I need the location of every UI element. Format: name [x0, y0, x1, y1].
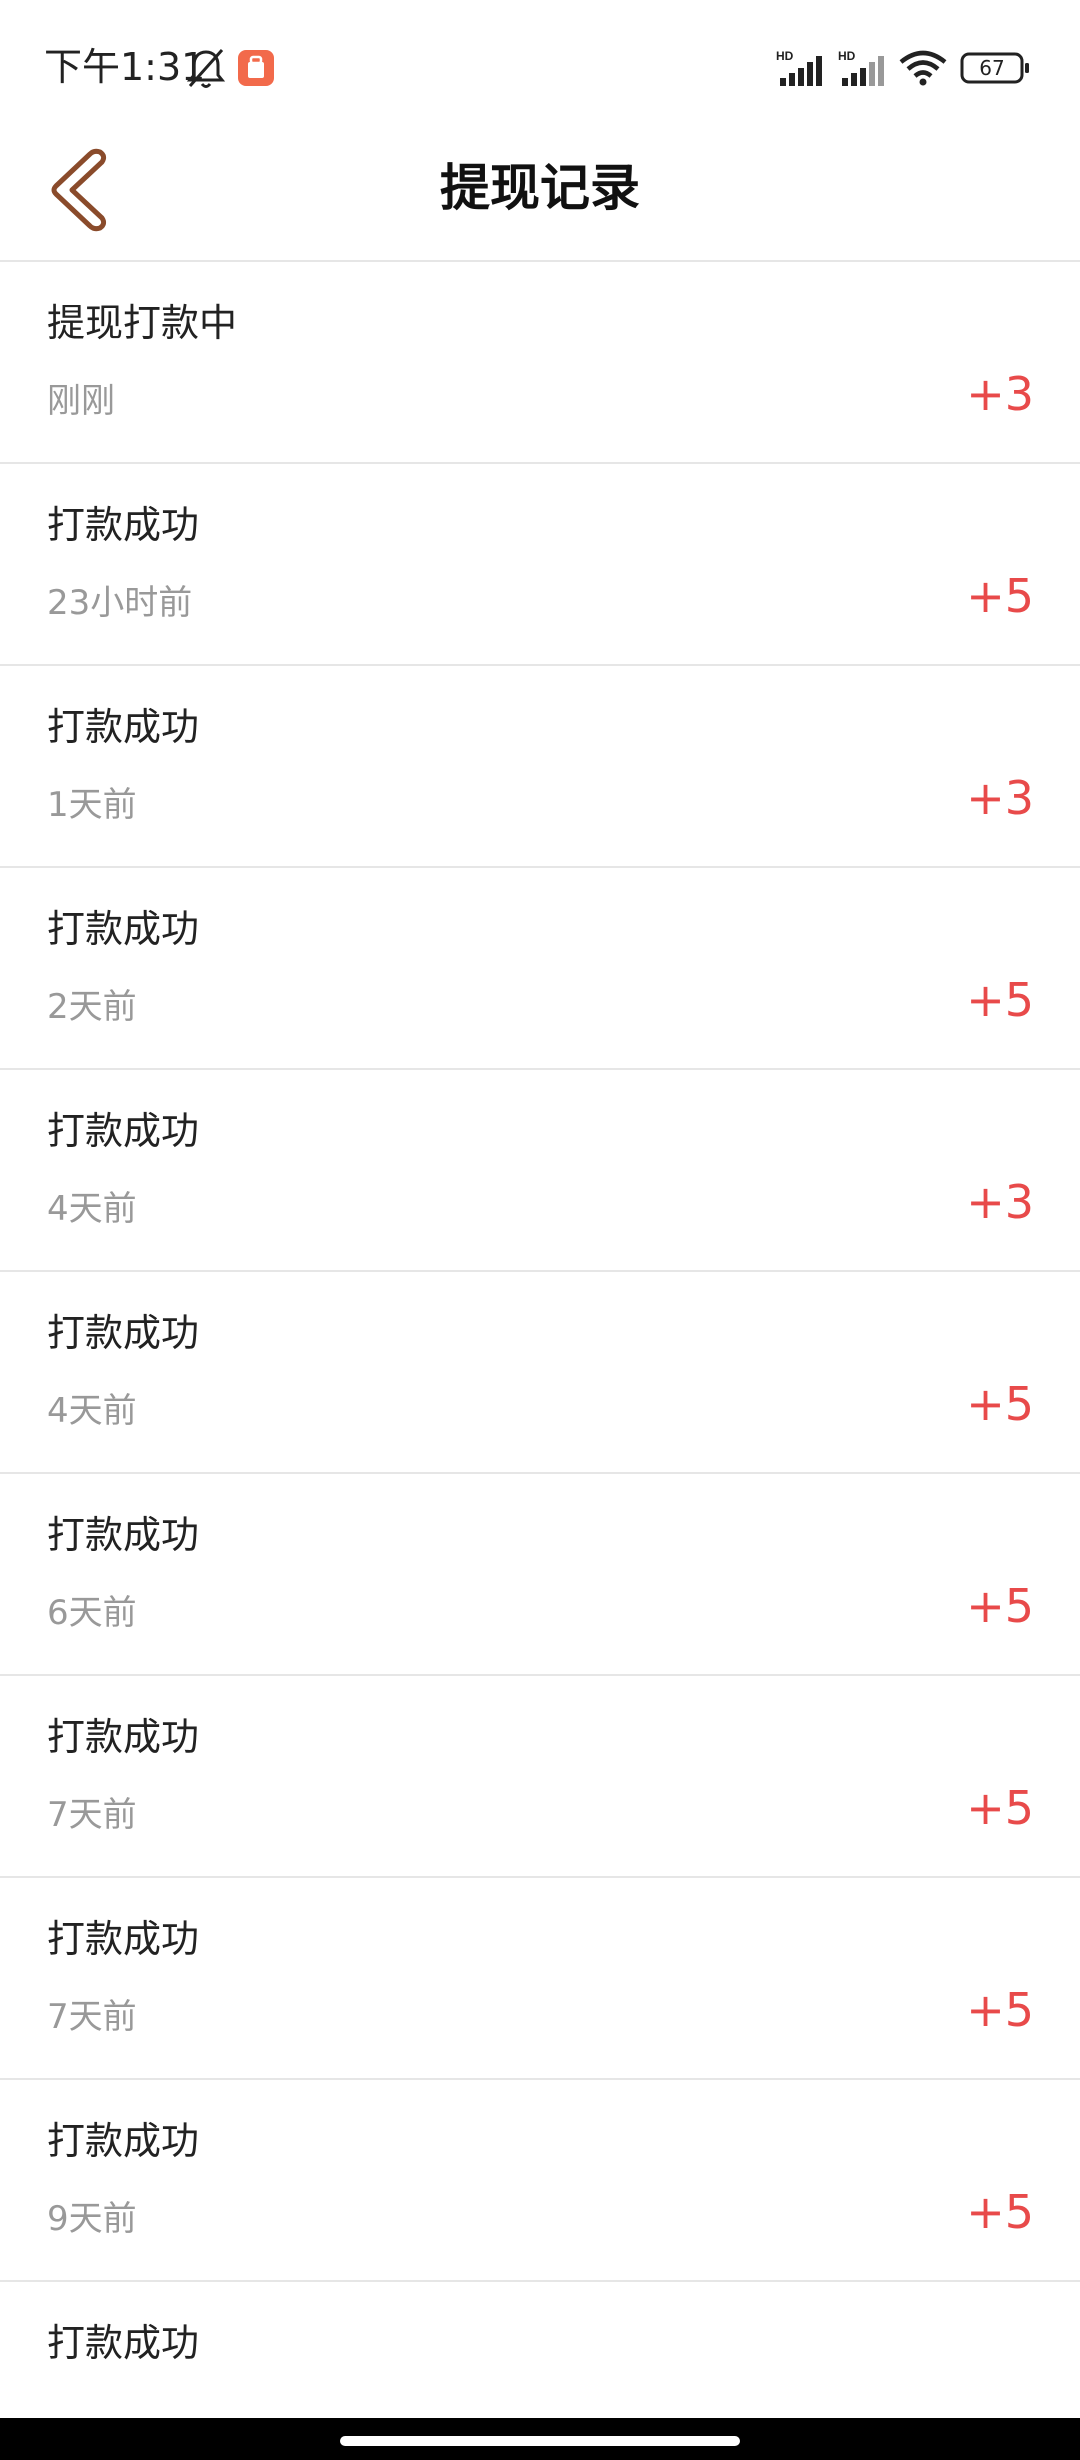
list-item[interactable]: 打款成功 1天前 +3 — [0, 666, 1080, 868]
record-time: 4天前 — [47, 1391, 137, 1431]
status-bar: 下午1:31 HD HD 67 — [0, 0, 1080, 130]
app-notification-icon — [238, 50, 274, 86]
record-status: 打款成功 — [47, 503, 200, 547]
record-status: 打款成功 — [47, 1917, 200, 1961]
record-time: 2天前 — [47, 987, 137, 1027]
record-time: 23小时前 — [47, 583, 193, 623]
wifi-icon — [899, 50, 947, 86]
battery-icon: 67 — [960, 52, 1032, 84]
record-amount: +3 — [966, 367, 1034, 421]
list-item[interactable]: 打款成功 23小时前 +5 — [0, 464, 1080, 666]
record-time: 9天前 — [47, 2199, 137, 2239]
hd-signal-icon: HD — [776, 49, 822, 86]
screen: 下午1:31 HD HD 67 提现记录 提现打款中 刚刚 +3 打款成功 23… — [0, 0, 1080, 2460]
status-time: 下午1:31 — [44, 45, 206, 89]
record-amount: +5 — [966, 1983, 1034, 2037]
gesture-bar — [0, 2418, 1080, 2460]
record-status: 打款成功 — [47, 1109, 200, 1153]
record-status: 打款成功 — [47, 1311, 200, 1355]
record-status: 打款成功 — [47, 1513, 200, 1557]
record-list: 提现打款中 刚刚 +3 打款成功 23小时前 +5 打款成功 1天前 +3 打款… — [0, 262, 1080, 2460]
record-time: 1天前 — [47, 785, 137, 825]
record-amount: +5 — [966, 973, 1034, 1027]
page-title: 提现记录 — [440, 159, 640, 217]
record-time: 刚刚 — [47, 381, 115, 421]
list-item[interactable]: 打款成功 4天前 +3 — [0, 1070, 1080, 1272]
nav-bar: 提现记录 — [0, 130, 1080, 262]
record-status: 提现打款中 — [47, 301, 238, 345]
list-item[interactable]: 打款成功 2天前 +5 — [0, 868, 1080, 1070]
svg-text:HD: HD — [776, 49, 794, 63]
list-item[interactable]: 打款成功 7天前 +5 — [0, 1676, 1080, 1878]
hd-signal-icon-2: HD — [838, 49, 884, 86]
record-status: 打款成功 — [47, 705, 200, 749]
svg-text:HD: HD — [838, 49, 856, 63]
record-amount: +3 — [966, 1175, 1034, 1229]
record-status: 打款成功 — [47, 2321, 200, 2365]
bell-off-icon — [186, 49, 226, 88]
record-time: 7天前 — [47, 1997, 137, 2037]
record-amount: +5 — [966, 2185, 1034, 2239]
list-item[interactable]: 打款成功 7天前 +5 — [0, 1878, 1080, 2080]
list-item[interactable]: 提现打款中 刚刚 +3 — [0, 262, 1080, 464]
list-item[interactable]: 打款成功 9天前 +5 — [0, 2080, 1080, 2282]
record-time: 6天前 — [47, 1593, 137, 1633]
record-time: 7天前 — [47, 1795, 137, 1835]
record-amount: +5 — [966, 1579, 1034, 1633]
battery-level: 67 — [979, 56, 1005, 80]
list-item[interactable]: 打款成功 4天前 +5 — [0, 1272, 1080, 1474]
record-amount: +5 — [966, 569, 1034, 623]
record-time: 4天前 — [47, 1189, 137, 1229]
record-amount: +5 — [966, 1781, 1034, 1835]
list-item[interactable]: 打款成功 6天前 +5 — [0, 1474, 1080, 1676]
record-amount: +3 — [966, 771, 1034, 825]
home-indicator[interactable] — [340, 2436, 740, 2446]
record-status: 打款成功 — [47, 1715, 200, 1759]
record-status: 打款成功 — [47, 2119, 200, 2163]
record-status: 打款成功 — [47, 907, 200, 951]
record-amount: +5 — [966, 1377, 1034, 1431]
